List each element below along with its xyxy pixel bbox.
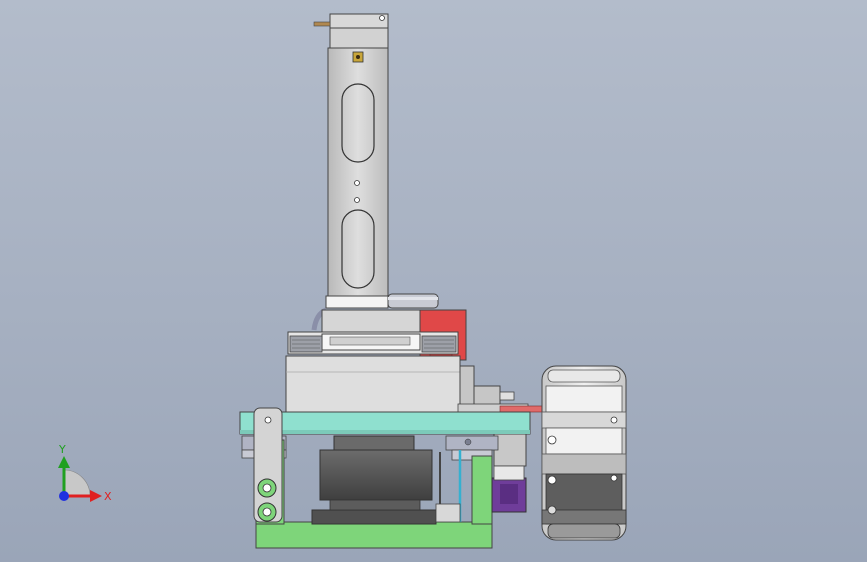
y-axis-label: Y bbox=[58, 443, 66, 456]
cable-drag-chain bbox=[541, 365, 627, 541]
valve-fitting bbox=[457, 365, 543, 413]
left-bracket bbox=[253, 407, 283, 523]
top-pin bbox=[313, 21, 331, 27]
main-body-block bbox=[285, 355, 461, 413]
assembly-drawing: Y X bbox=[58, 13, 627, 549]
vertical-column bbox=[313, 13, 389, 309]
coordinate-triad: Y X bbox=[58, 443, 112, 503]
cad-viewport[interactable]: Y X bbox=[0, 0, 867, 562]
x-axis-label: X bbox=[104, 490, 112, 503]
side-cylinder bbox=[387, 293, 439, 309]
z-axis-dot bbox=[59, 491, 69, 501]
triad-plane-icon bbox=[63, 469, 91, 497]
dark-motor-base bbox=[311, 435, 437, 525]
